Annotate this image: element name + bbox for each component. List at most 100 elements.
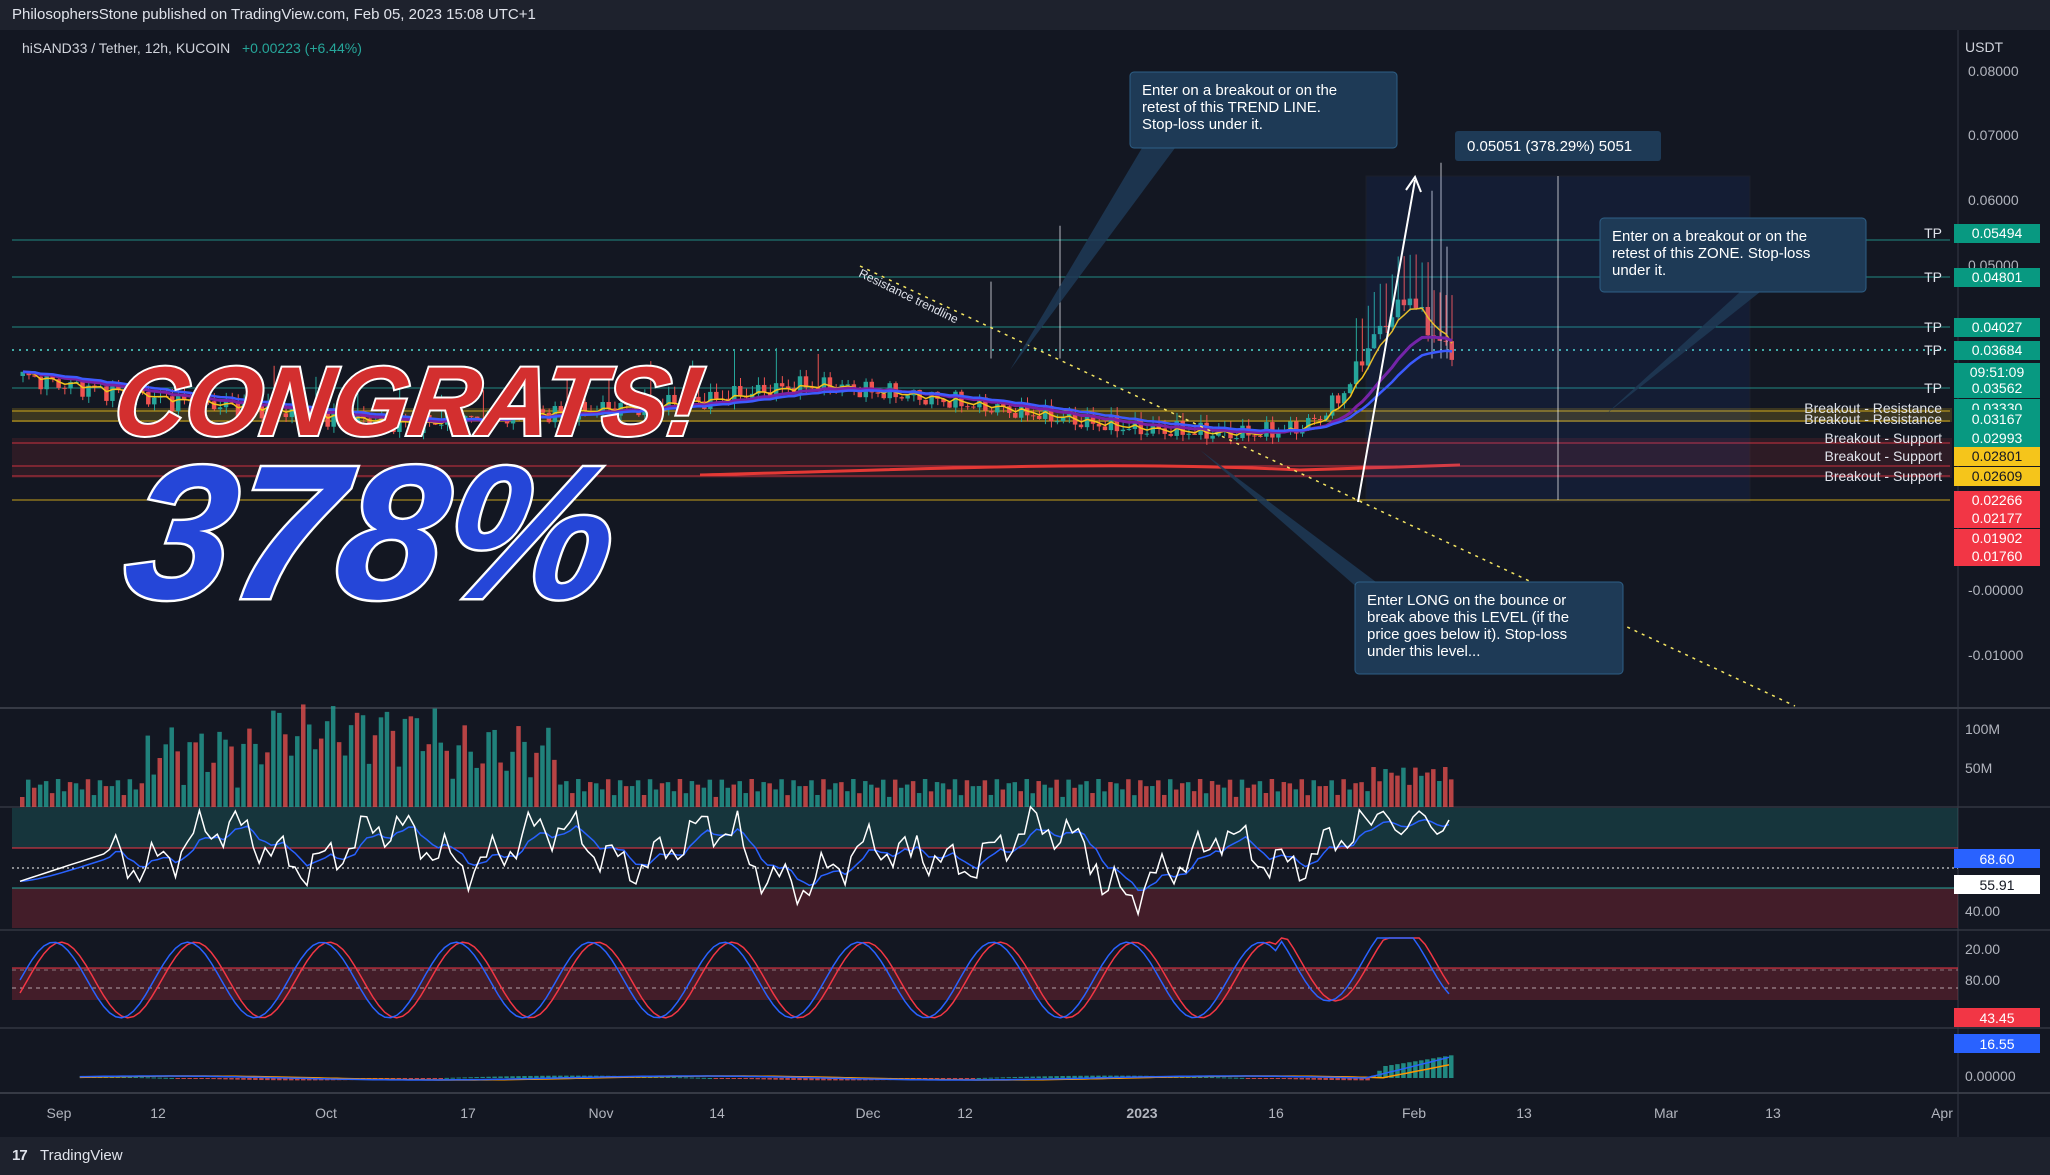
volume-bar	[719, 779, 725, 807]
volume-bar	[1060, 796, 1065, 807]
macd-hist	[241, 1078, 246, 1080]
volume-bar	[456, 745, 461, 807]
time-tick: 14	[709, 1105, 725, 1121]
macd-hist	[725, 1078, 731, 1079]
candle-body	[1120, 429, 1126, 432]
volume-bar	[324, 721, 330, 807]
macd-hist	[970, 1078, 976, 1079]
volume-bar	[743, 793, 748, 807]
rsi-oversold-zone	[12, 888, 1958, 928]
price-tick: 0.08000	[1968, 63, 2019, 79]
volume-bar	[964, 780, 970, 807]
note-level-line: price goes below it). Stop-loss	[1367, 626, 1567, 643]
publish-text: PhilosophersStone published on TradingVi…	[12, 6, 536, 23]
macd-hist	[791, 1078, 796, 1080]
volume-bar	[1048, 787, 1053, 807]
measure-label: 0.05051 (378.29%) 5051	[1467, 138, 1632, 155]
volume-bar	[61, 791, 67, 807]
volume-bar	[1221, 787, 1227, 807]
volume-bar	[976, 786, 982, 807]
volume-bar	[1054, 779, 1059, 807]
volume-bar	[833, 783, 838, 807]
volume-bar	[67, 782, 73, 807]
volume-bar	[193, 742, 198, 807]
volume-bar	[360, 715, 366, 807]
candle-body	[80, 381, 85, 397]
symbol-title: hiSAND33 / Tether, 12h, KUCOIN	[22, 40, 230, 56]
macd-hist	[522, 1076, 527, 1078]
volume-bar	[958, 795, 964, 807]
volume-bar	[1245, 787, 1251, 807]
note-trend-line: retest of this TREND LINE.	[1142, 99, 1321, 116]
volume-tick: 100M	[1965, 721, 2000, 737]
macd-hist	[1233, 1077, 1239, 1079]
volume-bar	[211, 762, 216, 807]
volume-bar	[37, 784, 43, 807]
macd-hist	[516, 1076, 521, 1078]
volume-bar	[1371, 767, 1376, 807]
volume-bar	[701, 787, 707, 807]
macd-hist	[779, 1078, 784, 1080]
volume-bar	[330, 706, 336, 807]
volume-bar	[1257, 781, 1263, 807]
volume-bar	[133, 789, 139, 807]
volume-tick: 50M	[1965, 760, 1992, 776]
volume-bar	[994, 779, 1000, 807]
volume-bar	[1036, 781, 1041, 807]
level-label: TP	[1924, 319, 1942, 335]
volume-bar	[408, 716, 414, 807]
volume-bar	[1227, 779, 1233, 807]
volume-bar	[1269, 779, 1275, 807]
volume-bar	[928, 791, 934, 807]
volume-bar	[157, 758, 162, 807]
macd-hist	[187, 1078, 192, 1079]
volume-bar	[1365, 791, 1370, 807]
macd-hist	[1221, 1077, 1227, 1079]
candle-body	[1353, 361, 1359, 385]
volume-bar	[414, 718, 420, 807]
tradingview-logo-icon: 17	[12, 1147, 28, 1164]
candle-body	[104, 386, 109, 401]
macd-hist	[773, 1078, 778, 1080]
macd-hist	[1024, 1076, 1029, 1078]
volume-bar	[576, 779, 581, 807]
volume-bar	[582, 791, 587, 807]
volume-bar	[241, 743, 246, 807]
price-badge-value: 0.05494	[1972, 225, 2023, 241]
macd-hist	[1299, 1078, 1305, 1080]
volume-bar	[851, 779, 856, 807]
volume-bar	[1078, 784, 1083, 807]
symbol-change: +0.00223 (+6.44%)	[242, 40, 362, 56]
volume-bar	[223, 739, 228, 807]
candle-body	[1036, 415, 1042, 419]
price-badge-value: 0.03167	[1972, 411, 2023, 427]
candle-body	[1126, 428, 1132, 430]
macd-hist	[474, 1077, 479, 1079]
volume-bar	[43, 781, 49, 807]
time-tick: 17	[460, 1105, 476, 1121]
volume-bar	[348, 725, 354, 807]
candle-body	[1317, 419, 1323, 421]
price-tick: 0.07000	[1968, 127, 2019, 143]
volume-bar	[1401, 767, 1406, 807]
candle-body	[1312, 417, 1317, 420]
volume-bar	[749, 779, 754, 807]
volume-bar	[1311, 780, 1316, 807]
volume-bar	[85, 779, 91, 807]
volume-bar	[1353, 783, 1358, 807]
volume-bar	[570, 793, 575, 807]
volume-bar	[468, 751, 473, 807]
macd-hist	[964, 1078, 970, 1079]
volume-bar	[755, 791, 760, 807]
price-chart[interactable]: Resistance trendline0.05051 (378.29%) 50…	[0, 30, 2050, 1137]
volume-bar	[1138, 780, 1143, 807]
volume-bar	[145, 735, 151, 807]
candle-body	[1030, 415, 1036, 417]
macd-hist	[737, 1078, 742, 1079]
note-trend-line: Stop-loss under it.	[1142, 116, 1263, 133]
candle-body	[779, 383, 785, 387]
volume-bar	[336, 742, 342, 807]
volume-bar	[1347, 789, 1352, 807]
volume-bar	[1018, 791, 1023, 807]
volume-bar	[354, 712, 360, 807]
